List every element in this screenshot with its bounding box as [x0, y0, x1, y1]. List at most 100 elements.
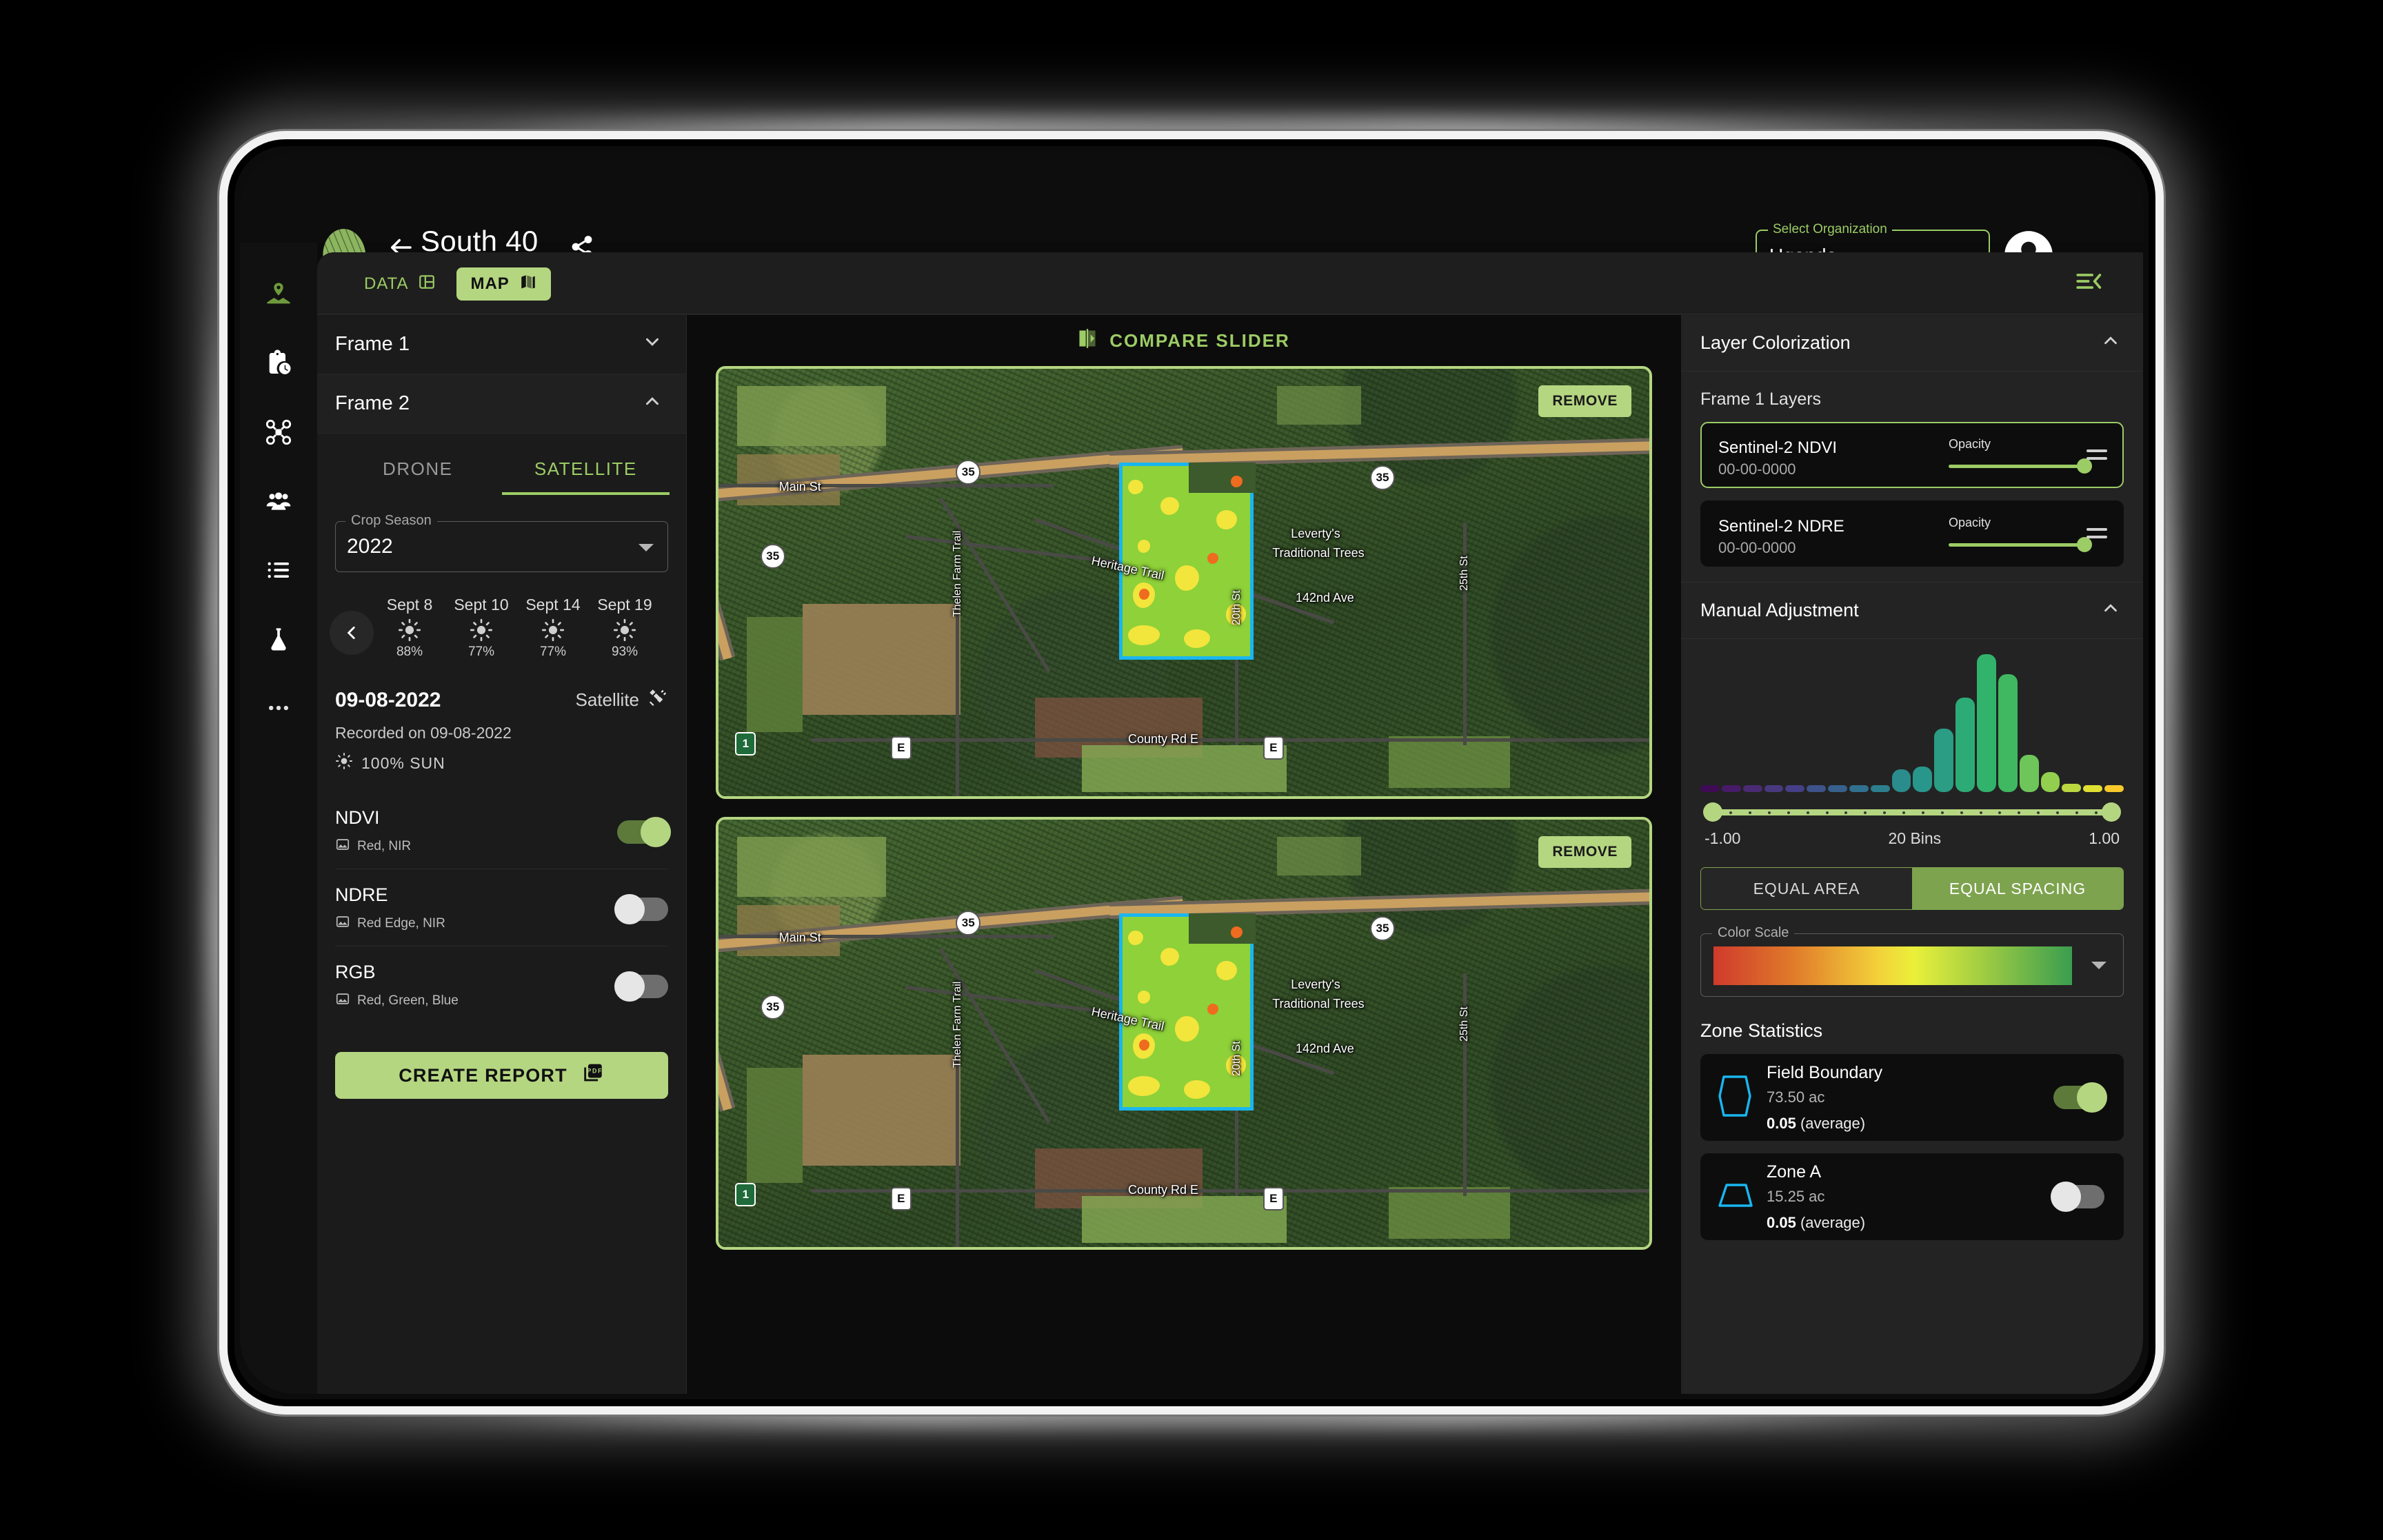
date-sun-percent: 77%: [539, 645, 567, 659]
histogram-bar[interactable]: [1891, 769, 1911, 792]
histogram-bar[interactable]: [1764, 785, 1784, 792]
histogram-bar[interactable]: [1934, 729, 1954, 792]
histogram-bar[interactable]: [1998, 674, 2018, 792]
histogram-bar[interactable]: [1955, 697, 1975, 792]
crop-season-select[interactable]: Crop Season 2022: [335, 513, 668, 572]
histogram-bar[interactable]: [1700, 785, 1720, 792]
layer-colorization-header[interactable]: Layer Colorization: [1681, 315, 2143, 372]
sidebar-item-lab[interactable]: [240, 611, 317, 667]
sidebar-item-drone[interactable]: [240, 404, 317, 460]
tab-map[interactable]: MAP: [456, 267, 551, 301]
layer-date: 00-00-0000: [1718, 460, 1796, 478]
tab-data[interactable]: DATA: [350, 267, 450, 301]
route-shield: E: [890, 736, 912, 760]
bin-tick: [1825, 811, 1829, 814]
histogram-bar[interactable]: [2104, 785, 2124, 792]
index-toggle-ndre[interactable]: [614, 893, 668, 924]
histogram-bar[interactable]: [1828, 785, 1847, 792]
left-icon-rail: [240, 243, 317, 1394]
sidebar-item-tasks[interactable]: [240, 335, 317, 392]
chevron-up-icon: [642, 391, 663, 416]
sidebar-item-fields[interactable]: [240, 266, 317, 323]
chevron-left-icon[interactable]: [330, 611, 374, 655]
sidebar-item-list[interactable]: [240, 542, 317, 598]
index-toggle-rgb[interactable]: [614, 971, 668, 1002]
histogram-bar[interactable]: [1742, 785, 1762, 792]
create-report-button[interactable]: CREATE REPORT PDF: [335, 1052, 668, 1099]
map-view-top[interactable]: REMOVE 35 35 35 1 E E Main St Heritage T…: [716, 366, 1652, 799]
histogram-bar[interactable]: [1785, 785, 1805, 792]
histogram-bar[interactable]: [1849, 785, 1869, 792]
opacity-slider[interactable]: [1949, 537, 2092, 552]
histogram-bar[interactable]: [1721, 785, 1741, 792]
image-icon: [335, 837, 350, 856]
range-min-knob[interactable]: [1703, 802, 1722, 822]
map-label-20th-st: 20th St: [1230, 1041, 1243, 1076]
index-name: NDVI: [335, 807, 380, 828]
date-item[interactable]: Sept 14 77%: [517, 596, 589, 660]
manual-adjustment-header[interactable]: Manual Adjustment: [1681, 582, 2143, 639]
map-label-traditional-trees: Traditional Trees: [1272, 546, 1365, 560]
remove-button-top[interactable]: REMOVE: [1538, 385, 1631, 417]
bin-range-slider[interactable]: [1703, 802, 2121, 822]
remove-button-bottom[interactable]: REMOVE: [1538, 836, 1631, 868]
more-horizontal-icon[interactable]: [240, 680, 317, 736]
tab-map-label: MAP: [470, 274, 510, 293]
layer-card-ndvi[interactable]: Sentinel-2 NDVI 00-00-0000 Opacity: [1700, 422, 2124, 488]
zone-card-zone-a[interactable]: Zone A 15.25 ac 0.05 (average): [1700, 1153, 2124, 1240]
range-max-knob[interactable]: [2102, 802, 2121, 822]
chevron-down-icon: [642, 332, 663, 357]
histogram-bar[interactable]: [1870, 785, 1890, 792]
field-polygon-icon: [1716, 1070, 1754, 1126]
equal-spacing-button[interactable]: EQUAL SPACING: [1912, 868, 2123, 909]
frame-1-label: Frame 1: [335, 333, 410, 355]
satellite-icon: [647, 687, 668, 713]
frame-2-header[interactable]: Frame 2: [317, 374, 686, 434]
index-bands-label: Red, NIR: [357, 839, 412, 853]
tab-drone[interactable]: DRONE: [334, 443, 502, 495]
histogram-bar[interactable]: [2062, 783, 2082, 792]
organization-label: Select Organization: [1768, 222, 1892, 237]
zone-toggle-zone-a[interactable]: [2051, 1182, 2104, 1212]
color-scale-select[interactable]: Color Scale: [1700, 925, 2124, 997]
zone-trapezoid-icon: [1716, 1178, 1754, 1216]
compare-slider-title: COMPARE SLIDER: [1109, 330, 1290, 351]
sidebar-item-team[interactable]: [240, 473, 317, 529]
histogram-bar[interactable]: [2019, 754, 2039, 792]
index-bands-label: Red Edge, NIR: [357, 916, 445, 931]
drag-handle-icon[interactable]: [2087, 528, 2107, 543]
histogram-bar[interactable]: [1807, 785, 1827, 792]
index-list: NDVI Red, NIR NDRE Red Edge, NIR RGB Red…: [317, 792, 686, 1023]
map-label-thelen-farm-trail: Thelen Farm Trail: [951, 981, 963, 1068]
route-shield: 1: [735, 732, 756, 756]
tab-satellite[interactable]: SATELLITE: [501, 443, 670, 495]
bin-tick: [2075, 811, 2078, 814]
tab-data-label: DATA: [364, 274, 409, 293]
zone-card-field-boundary[interactable]: Field Boundary 73.50 ac 0.05 (average): [1700, 1054, 2124, 1141]
capture-sun-text: 100% SUN: [361, 753, 445, 772]
date-sun-percent: 77%: [467, 645, 495, 659]
map-label-20th-st: 20th St: [1230, 590, 1243, 625]
index-bands: Red, Green, Blue: [335, 991, 459, 1011]
frame-1-header[interactable]: Frame 1: [317, 315, 686, 374]
equal-area-button[interactable]: EQUAL AREA: [1701, 868, 1912, 909]
date-item[interactable]: Sept 19 93%: [589, 596, 661, 660]
histogram-bar[interactable]: [1976, 654, 1996, 792]
date-item[interactable]: Sept 10 77%: [445, 596, 517, 660]
route-shield: 35: [1370, 465, 1395, 490]
route-shield: 1: [735, 1183, 756, 1206]
index-row-ndre: NDRE Red Edge, NIR: [335, 869, 668, 946]
date-item[interactable]: Sept 8 88%: [374, 596, 445, 660]
zone-toggle-field-boundary[interactable]: [2053, 1082, 2107, 1113]
map-view-bottom[interactable]: REMOVE 35 35 35 1 E E Main St Heritage T…: [716, 817, 1652, 1250]
histogram-bar[interactable]: [2040, 771, 2060, 792]
menu-collapse-left-icon[interactable]: [2075, 272, 2103, 294]
index-name: RGB: [335, 962, 376, 982]
opacity-slider[interactable]: [1949, 458, 2092, 474]
histogram-bar[interactable]: [1913, 766, 1933, 792]
layer-colorization-panel: Layer Colorization Frame 1 Layers Sentin…: [1681, 315, 2143, 1394]
histogram-bar[interactable]: [2083, 785, 2103, 792]
index-toggle-ndvi[interactable]: [617, 816, 671, 847]
layer-card-ndre[interactable]: Sentinel-2 NDRE 00-00-0000 Opacity: [1700, 500, 2124, 567]
drag-handle-icon[interactable]: [2087, 449, 2107, 465]
